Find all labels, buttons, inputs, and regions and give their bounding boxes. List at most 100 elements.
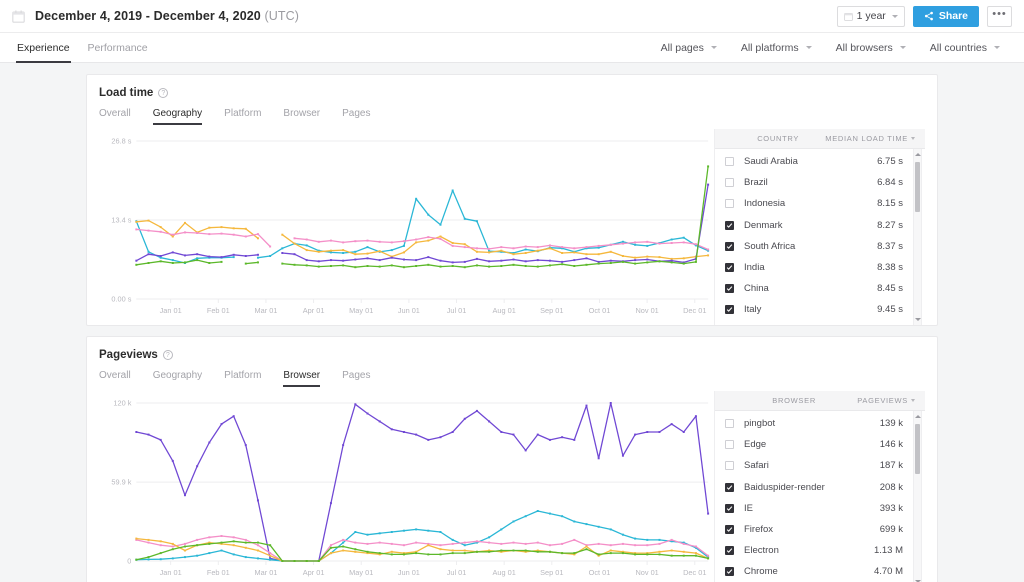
row-checkbox[interactable] [725, 567, 734, 577]
info-icon[interactable]: ? [158, 88, 169, 98]
row-checkbox[interactable] [725, 419, 734, 429]
card-tab-platform-label: Platform [224, 370, 262, 381]
row-checkbox[interactable] [725, 241, 734, 251]
row-label: Denmark [744, 219, 783, 231]
row-checkbox[interactable] [725, 220, 734, 230]
table-row[interactable]: Indonesia 8.15 s [715, 193, 925, 214]
svg-text:Mar 01: Mar 01 [254, 306, 277, 315]
table-row[interactable]: Chrome 4.70 M [715, 561, 925, 582]
card-load-time-title-text: Load time [99, 87, 154, 99]
card-tab-browser[interactable]: Browser [283, 108, 334, 125]
row-value: 208 k [879, 481, 903, 493]
row-checkbox[interactable] [725, 199, 734, 209]
table-row[interactable]: Edge 146 k [715, 434, 925, 455]
tab-experience-label: Experience [17, 41, 70, 54]
card-tab-geography[interactable]: Geography [152, 108, 216, 125]
row-checkbox[interactable] [725, 178, 734, 188]
pageviews-table-scrollbar[interactable] [913, 411, 922, 582]
card-tab-pages[interactable]: Pages [342, 108, 384, 125]
card-tab-pages[interactable]: Pages [342, 370, 384, 387]
load-time-table-scrollbar[interactable] [913, 149, 922, 325]
table-row[interactable]: India 8.38 s [715, 257, 925, 278]
row-checkbox[interactable] [725, 263, 734, 273]
row-checkbox[interactable] [725, 503, 734, 513]
scroll-up-icon[interactable] [914, 412, 921, 421]
sort-caret-icon [911, 137, 915, 140]
card-tab-overall[interactable]: Overall [99, 108, 145, 125]
filter-all-countries[interactable]: All countries [918, 42, 1012, 54]
filter-all-platforms[interactable]: All platforms [729, 42, 824, 54]
filter-all-pages[interactable]: All pages [649, 42, 729, 54]
card-tab-platform[interactable]: Platform [224, 108, 275, 125]
card-pageviews-tabs: Overall Geography Platform Browser Pages [99, 370, 925, 387]
scroll-up-icon[interactable] [914, 150, 921, 159]
row-value: 6.84 s [877, 177, 903, 189]
card-tab-browser-label: Browser [283, 108, 321, 119]
svg-text:59.9 k: 59.9 k [111, 478, 131, 487]
row-value: 699 k [879, 524, 903, 536]
row-label: IE [744, 502, 753, 514]
row-value: 8.45 s [877, 283, 903, 295]
svg-text:13.4 s: 13.4 s [111, 216, 131, 225]
table-row[interactable]: IE 393 k [715, 498, 925, 519]
row-checkbox[interactable] [725, 305, 734, 315]
table-row[interactable]: Saudi Arabia 6.75 s [715, 151, 925, 172]
info-icon[interactable]: ? [162, 350, 173, 360]
filter-all-pages-label: All pages [660, 41, 704, 54]
row-label: Indonesia [744, 198, 786, 210]
nav-filters: All pages All platforms All browsers All… [649, 33, 1012, 62]
pageviews-table: BROWSER PAGEVIEWS pingbot 139 k Edge 146 k S… [714, 391, 925, 582]
row-label: India [744, 262, 765, 274]
table-row[interactable]: Brazil 6.84 s [715, 172, 925, 193]
column-header-pageviews[interactable]: PAGEVIEWS [857, 396, 915, 405]
table-row[interactable]: Firefox 699 k [715, 519, 925, 540]
card-tab-geography[interactable]: Geography [153, 370, 216, 387]
more-options-button[interactable]: ••• [987, 5, 1012, 27]
row-checkbox[interactable] [725, 525, 734, 535]
row-value: 1.13 M [873, 545, 903, 557]
row-checkbox[interactable] [725, 461, 734, 471]
row-checkbox[interactable] [725, 482, 734, 492]
scrollbar-thumb[interactable] [915, 424, 920, 474]
table-row[interactable]: South Africa 8.37 s [715, 236, 925, 257]
share-button[interactable]: Share [912, 5, 979, 27]
card-tab-browser-label: Browser [283, 370, 321, 381]
row-value: 8.38 s [877, 262, 903, 274]
row-value: 6.75 s [877, 156, 903, 168]
column-header-median-load-time[interactable]: MEDIAN LOAD TIME [825, 134, 915, 143]
table-row[interactable]: Italy 9.45 s [715, 299, 925, 320]
table-row[interactable]: Baiduspider-render 208 k [715, 477, 925, 498]
table-row[interactable]: pingbot 139 k [715, 413, 925, 434]
row-value: 393 k [879, 502, 903, 514]
card-tab-overall[interactable]: Overall [99, 370, 145, 387]
pageviews-chart-svg: 0 59.9 k 120 k Jan 01 Feb 01 Mar 01 Apr 01 May … [111, 399, 710, 577]
scroll-down-icon[interactable] [914, 315, 921, 324]
row-label: Firefox [744, 524, 774, 536]
card-tab-browser[interactable]: Browser [283, 370, 334, 387]
table-row[interactable]: Safari 187 k [715, 455, 925, 476]
row-checkbox[interactable] [725, 546, 734, 556]
filter-all-browsers[interactable]: All browsers [824, 42, 918, 54]
pageviews-table-rows[interactable]: pingbot 139 k Edge 146 k Safari 187 k Baiduspi… [715, 411, 925, 582]
share-icon [924, 11, 933, 21]
card-tab-platform[interactable]: Platform [224, 370, 275, 387]
row-checkbox[interactable] [725, 157, 734, 167]
tab-experience[interactable]: Experience [8, 33, 79, 63]
table-row[interactable]: Electron 1.13 M [715, 540, 925, 561]
table-row[interactable]: China 8.45 s [715, 278, 925, 299]
filter-all-platforms-label: All platforms [740, 41, 799, 54]
svg-text:120 k: 120 k [113, 399, 131, 408]
column-header-median-load-time-label: MEDIAN LOAD TIME [825, 134, 908, 143]
row-checkbox[interactable] [725, 440, 734, 450]
row-checkbox[interactable] [725, 284, 734, 294]
share-button-label: Share [938, 10, 968, 22]
column-header-pageviews-label: PAGEVIEWS [857, 396, 908, 405]
scroll-down-icon[interactable] [914, 577, 921, 582]
date-range-picker-button[interactable]: 1 year [836, 5, 905, 27]
tab-performance[interactable]: Performance [79, 33, 157, 62]
row-label: Brazil [744, 177, 768, 189]
scrollbar-thumb[interactable] [915, 162, 920, 212]
table-row[interactable]: Denmark 8.27 s [715, 215, 925, 236]
date-range-text: December 4, 2019 - December 4, 2020 [35, 9, 261, 23]
load-time-table-rows[interactable]: Saudi Arabia 6.75 s Brazil 6.84 s Indonesia 8… [715, 149, 925, 325]
